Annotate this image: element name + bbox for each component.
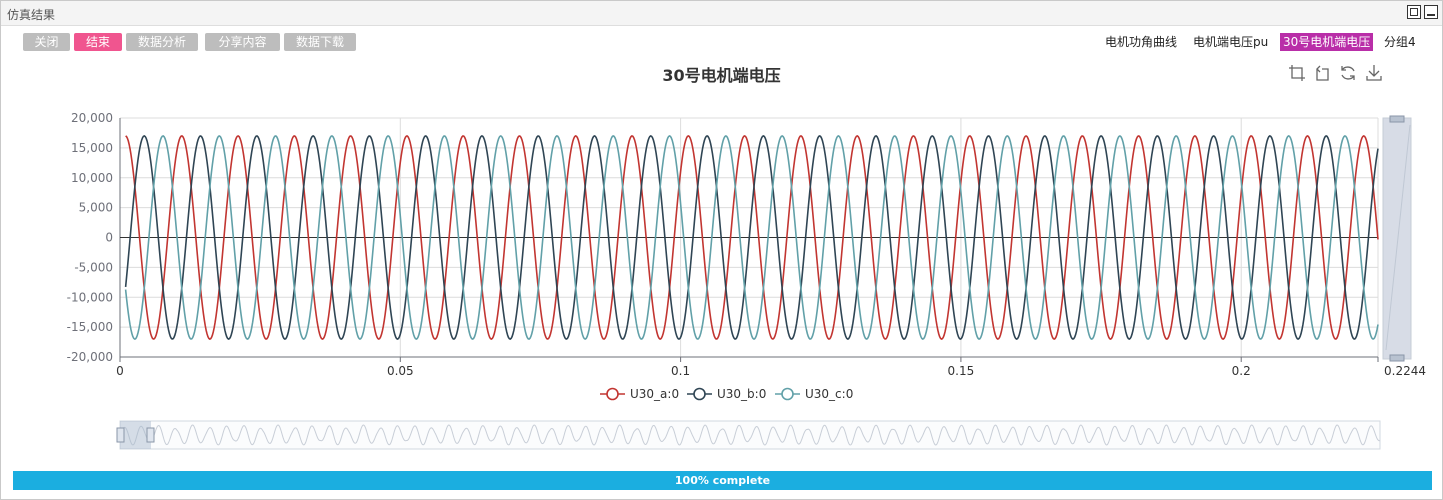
legend-marker: [606, 387, 619, 401]
y-tick-label: -10,000: [67, 290, 113, 304]
legend-label[interactable]: U30_a:0: [630, 387, 679, 401]
progress-bar: 100% complete: [13, 471, 1432, 490]
x-tick-label: 0.1: [671, 364, 690, 378]
data-zoom-slider[interactable]: [116, 420, 1381, 450]
legend-label[interactable]: U30_c:0: [805, 387, 853, 401]
progress-label: 100% complete: [674, 474, 771, 487]
y-tick-label: 0: [105, 231, 113, 245]
legend[interactable]: U30_a:0 U30_b:0 U30_c:0: [600, 387, 853, 401]
zoom-window: [120, 421, 151, 449]
y-tick-label: -5,000: [74, 260, 113, 274]
y-tick-label: -15,000: [67, 320, 113, 334]
y-tick-label: -20,000: [67, 350, 113, 364]
zoom-handle-left[interactable]: [116, 427, 125, 443]
y-axis: -20,000 -15,000 -10,000 -5,000 0 5,000 10,000 1…: [67, 111, 113, 364]
y-tick-label: 5,000: [79, 201, 113, 215]
y-tick-label: 15,000: [71, 141, 113, 155]
x-tick-label: 0: [116, 364, 124, 378]
x-tick-label: 0.15: [948, 364, 975, 378]
legend-marker: [781, 387, 794, 401]
legend-label[interactable]: U30_b:0: [717, 387, 766, 401]
x-axis: 0 0.05 0.1 0.15 0.2 0.2244: [116, 357, 1426, 378]
x-tick-label: 0.2: [1232, 364, 1251, 378]
voltage-chart: -20,000 -15,000 -10,000 -5,000 0 5,000 10,000 1…: [67, 111, 1426, 450]
vertical-zoom-slider[interactable]: [1382, 115, 1412, 362]
x-tick-label: 0.2244: [1384, 364, 1426, 378]
vertical-slider-handle-bottom[interactable]: [1389, 354, 1405, 362]
y-tick-label: 20,000: [71, 111, 113, 125]
y-tick-label: 10,000: [71, 171, 113, 185]
x-tick-label: 0.05: [387, 364, 414, 378]
legend-marker: [693, 387, 706, 401]
zoom-handle-right[interactable]: [146, 427, 155, 443]
vertical-slider-handle-top[interactable]: [1389, 115, 1405, 123]
